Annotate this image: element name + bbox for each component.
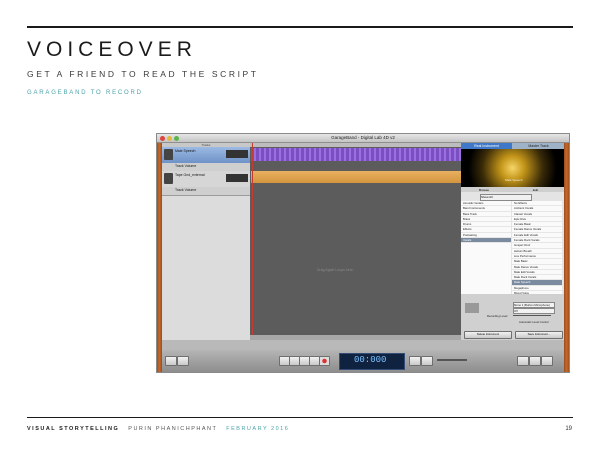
tab-browse[interactable]: Browse: [479, 188, 489, 192]
cycle-button[interactable]: [409, 356, 421, 366]
track-controls[interactable]: [226, 150, 248, 158]
recording-level-label: Recording Level:: [487, 314, 508, 318]
wood-panel-right: [564, 143, 569, 372]
speaker-icon: [465, 303, 479, 313]
show-filter-value: Show All: [481, 195, 493, 199]
tab-edit[interactable]: Edit: [533, 188, 538, 192]
media-button[interactable]: [529, 356, 541, 366]
track-name: Male Speech: [175, 149, 196, 153]
footer-date: FEBRUARY 2016: [226, 426, 290, 432]
garageband-screenshot: GarageBand - Digital Lab 4D v2 Tracks Ma…: [157, 134, 569, 372]
tape-region[interactable]: [251, 171, 461, 183]
save-instrument-button[interactable]: Save Instrument...: [515, 331, 563, 339]
microphone-icon: [164, 149, 173, 160]
page-title: VOICEOVER: [27, 38, 197, 61]
preset-list[interactable]: No Effects Ambient Vocals Classic Vocals…: [512, 201, 562, 302]
category-list[interactable]: Acoustic Guitars Band Instruments Bass T…: [461, 201, 511, 294]
master-volume-slider[interactable]: [437, 359, 467, 361]
top-rule: [27, 26, 573, 28]
input-settings: Mono 1 (Built-in Microphone) Off Recordi…: [461, 294, 564, 340]
timeline-ruler[interactable]: [250, 143, 461, 147]
instrument-caption: Male Speech: [505, 178, 523, 182]
drop-hint: Drag Apple Loops here.: [317, 268, 354, 272]
footer-series: VISUAL STORYTELLING: [27, 426, 120, 432]
add-track-button[interactable]: [165, 356, 177, 366]
track-volume-label: Track Volume: [175, 164, 197, 168]
track-volume-label: Track Volume: [175, 188, 197, 192]
guitar-icon: [164, 173, 173, 184]
auto-level-checkbox[interactable]: Automatic Level Control: [519, 320, 549, 324]
playhead[interactable]: [252, 143, 253, 340]
editor-button[interactable]: [541, 356, 553, 366]
track-name: Tape Gnd_external: [175, 173, 205, 177]
bottom-rule: [27, 417, 573, 418]
page-note: GARAGEBAND TO RECORD: [27, 90, 143, 96]
track-controls[interactable]: [226, 174, 248, 182]
window-title: GarageBand - Digital Lab 4D v2: [331, 135, 395, 140]
timeline-scrollbar[interactable]: [250, 335, 461, 340]
page-subtitle: GET A FRIEND TO READ THE SCRIPT: [27, 69, 259, 79]
list-item[interactable]: Vocals: [461, 238, 511, 244]
browse-edit-tabs: Browse Edit: [461, 187, 564, 192]
loop-browser-button[interactable]: [177, 356, 189, 366]
info-button[interactable]: [517, 356, 529, 366]
show-filter-select[interactable]: Show All: [480, 194, 532, 201]
delete-instrument-button[interactable]: Delete Instrument: [464, 331, 512, 339]
footer: VISUAL STORYTELLING PURIN PHANICHPHANT F…: [27, 426, 289, 432]
track-male-speech[interactable]: Male Speech: [162, 147, 250, 164]
track-volume-row[interactable]: Track Volume: [162, 187, 250, 196]
page-number: 19: [565, 426, 572, 432]
track-tape[interactable]: Tape Gnd_external: [162, 171, 250, 188]
recording-level-slider[interactable]: [513, 315, 551, 316]
window-titlebar: GarageBand - Digital Lab 4D v2: [157, 134, 569, 143]
tuner-button[interactable]: [421, 356, 433, 366]
lcd-time: 00:000: [354, 355, 387, 365]
voice-region[interactable]: [251, 148, 461, 161]
record-button[interactable]: [319, 356, 330, 366]
monitor-select[interactable]: Off: [513, 308, 555, 314]
footer-author: PURIN PHANICHPHANT: [128, 426, 218, 432]
